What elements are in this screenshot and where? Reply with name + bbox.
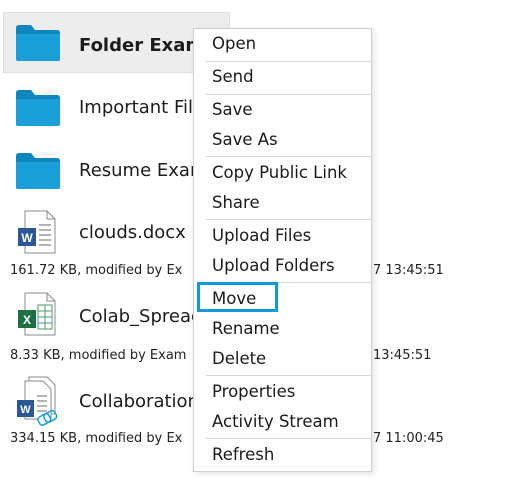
- excel-sheet-icon: X: [18, 292, 56, 336]
- file-name: Resume Exam: [79, 160, 208, 181]
- menu-separator: [206, 61, 372, 62]
- file-name: clouds.docx: [79, 222, 186, 243]
- menu-item-copy-public-link[interactable]: Copy Public Link: [212, 163, 347, 182]
- folder-icon: [16, 153, 60, 189]
- file-name: Colab_Spread: [79, 306, 203, 327]
- menu-item-save-as[interactable]: Save As: [212, 130, 278, 149]
- menu-item-save[interactable]: Save: [212, 100, 253, 119]
- svg-text:W: W: [21, 231, 33, 245]
- file-meta-timestamp: 7 13:45:51: [373, 263, 444, 278]
- menu-item-refresh[interactable]: Refresh: [212, 445, 274, 464]
- svg-text:W: W: [20, 404, 31, 416]
- menu-item-share[interactable]: Share: [212, 193, 260, 212]
- folder-icon: [16, 90, 60, 126]
- menu-separator: [206, 375, 372, 376]
- menu-item-open[interactable]: Open: [212, 34, 256, 53]
- menu-item-upload-folders[interactable]: Upload Folders: [212, 256, 335, 275]
- menu-item-send[interactable]: Send: [212, 67, 254, 86]
- file-name: Important File: [79, 97, 205, 118]
- file-meta: 334.15 KB, modified by Ex: [10, 431, 183, 446]
- menu-item-activity-stream[interactable]: Activity Stream: [212, 412, 339, 431]
- word-doc-icon: W: [17, 376, 58, 426]
- menu-separator: [206, 156, 372, 157]
- menu-separator: [206, 94, 372, 95]
- file-meta-timestamp: 7 11:00:45: [373, 431, 444, 446]
- file-meta-timestamp: 13:45:51: [373, 348, 432, 363]
- menu-item-move[interactable]: Move: [212, 289, 256, 308]
- context-menu: Open Send Save Save As Copy Public Link …: [193, 28, 372, 472]
- file-browser: Folder Examp Important File Resume Exam …: [0, 0, 515, 491]
- menu-item-delete[interactable]: Delete: [212, 349, 266, 368]
- word-doc-icon: W: [18, 210, 56, 254]
- svg-text:X: X: [23, 313, 31, 327]
- menu-separator: [206, 438, 372, 439]
- file-meta: 8.33 KB, modified by Exam: [10, 348, 187, 363]
- menu-item-properties[interactable]: Properties: [212, 382, 295, 401]
- menu-item-rename[interactable]: Rename: [212, 319, 280, 338]
- file-name: Collaboration: [79, 391, 199, 412]
- folder-icon: [16, 25, 60, 61]
- menu-separator: [206, 219, 372, 220]
- menu-item-upload-files[interactable]: Upload Files: [212, 226, 311, 245]
- file-meta: 161.72 KB, modified by Ex: [10, 263, 183, 278]
